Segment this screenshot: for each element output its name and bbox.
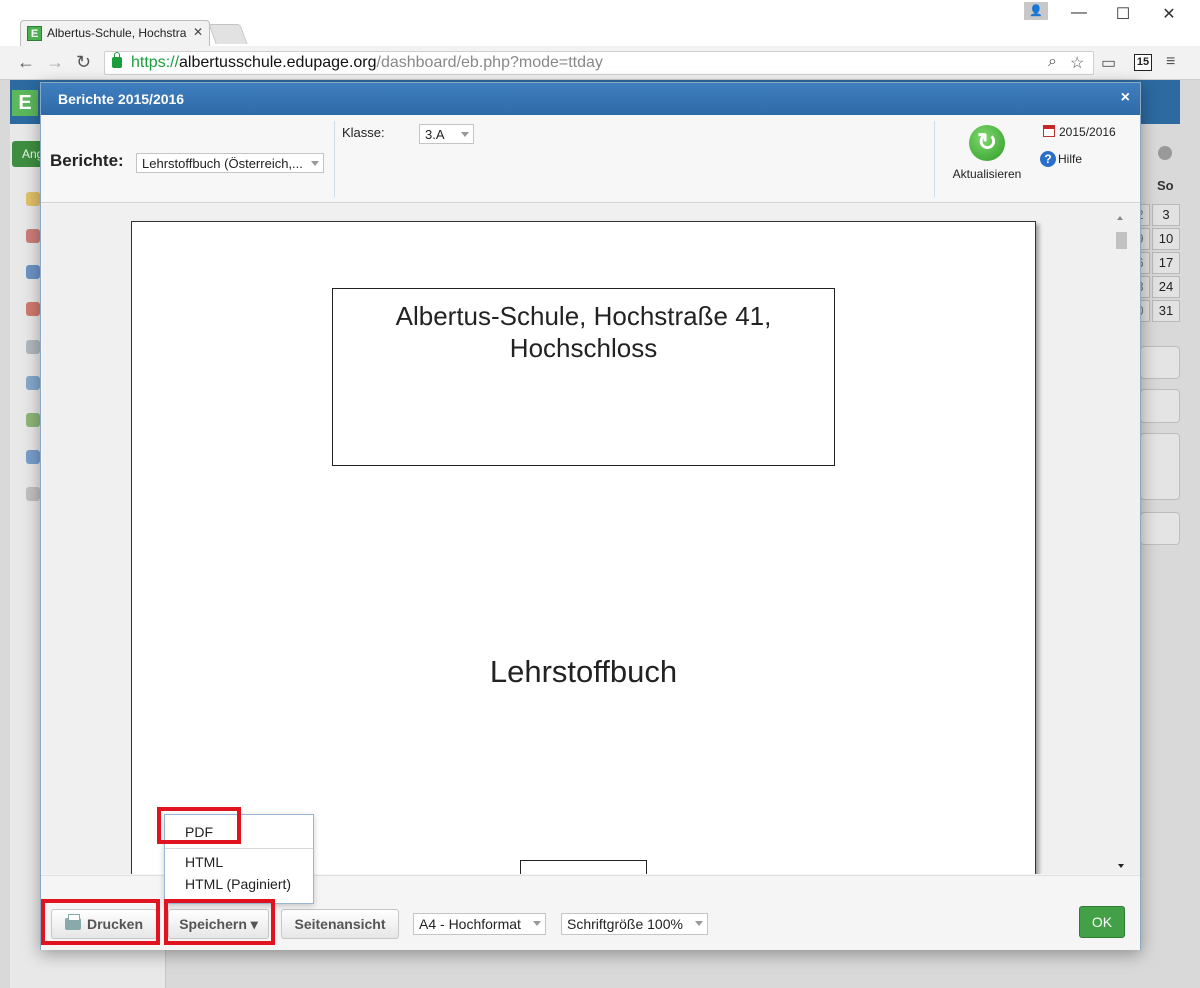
reload-icon[interactable]: ↻: [76, 52, 91, 73]
printer-icon: [64, 914, 81, 930]
calendar-cell: 31: [1152, 300, 1180, 322]
pen-icon: [26, 450, 40, 464]
plane-icon: [26, 340, 40, 354]
scroll-up-icon[interactable]: [1117, 216, 1123, 220]
chevron-down-icon: [533, 921, 541, 926]
report-type-select[interactable]: Lehrstoffbuch (Österreich,...: [136, 153, 324, 173]
background-widget: [1140, 433, 1180, 500]
star-icon: [26, 192, 40, 206]
report-icon: [26, 302, 40, 316]
school-year-text: 2015/2016: [1059, 125, 1116, 139]
close-window-button[interactable]: ✕: [1154, 4, 1184, 24]
refresh-label: Aktualisieren: [952, 167, 1022, 181]
dialog-titlebar: Berichte 2015/2016 ×: [41, 83, 1140, 115]
font-size-select[interactable]: Schriftgröße 100%: [561, 913, 708, 935]
school-address-line1: Albertus-Schule, Hochstraße 41,: [395, 301, 772, 331]
forward-arrow-icon[interactable]: →: [46, 52, 64, 73]
calendar-icon: [1043, 125, 1055, 137]
background-widget: [1140, 346, 1180, 379]
maximize-button[interactable]: ☐: [1108, 4, 1138, 24]
help-icon: ?: [1040, 151, 1056, 167]
shield-icon: [26, 413, 40, 427]
background-logo-icon: E: [12, 90, 38, 116]
dialog-close-icon[interactable]: ×: [1121, 89, 1130, 107]
minimize-button[interactable]: —: [1064, 4, 1094, 24]
zoom-icon[interactable]: ⌕: [1048, 53, 1057, 71]
background-widget: [1140, 389, 1180, 423]
save-button[interactable]: Speichern ▾: [168, 909, 269, 939]
clock-icon: [26, 487, 40, 501]
profile-icon[interactable]: 👤: [1024, 2, 1048, 20]
font-size-value: Schriftgröße 100%: [567, 916, 683, 932]
bookmark-star-icon[interactable]: ☆: [1070, 53, 1084, 73]
background-widget: [1140, 512, 1180, 545]
back-arrow-icon[interactable]: ←: [17, 52, 35, 73]
url-host: albertusschule.edupage.org: [179, 54, 377, 71]
cast-icon[interactable]: ▭: [1101, 53, 1116, 73]
save-format-menu: PDF HTML HTML (Paginiert): [164, 814, 314, 904]
scroll-down-icon[interactable]: [1118, 864, 1124, 868]
school-address-line2: Hochschloss: [509, 333, 658, 363]
address-bar[interactable]: https://albertusschule.edupage.org/dashb…: [104, 51, 1094, 75]
refresh-icon: [969, 125, 1005, 161]
menu-item-html-paginated[interactable]: HTML (Paginiert): [185, 876, 291, 892]
calendar-cell: 3: [1152, 204, 1180, 226]
page-format-value: A4 - Hochformat: [419, 916, 521, 932]
page-format-select[interactable]: A4 - Hochformat: [413, 913, 546, 935]
school-year-link[interactable]: 2015/2016: [1043, 125, 1116, 139]
book-icon: [26, 265, 40, 279]
chevron-down-icon: [311, 161, 319, 166]
calendar-cell: 17: [1152, 252, 1180, 274]
report-type-value: Lehrstoffbuch (Österreich,...: [142, 156, 303, 171]
calendar-next-icon: [1158, 146, 1172, 160]
page-preview-button[interactable]: Seitenansicht: [281, 909, 399, 939]
divider: [934, 121, 935, 197]
divider: [334, 121, 335, 197]
tab-close-icon[interactable]: ✕: [193, 25, 203, 39]
refresh-button[interactable]: Aktualisieren: [949, 125, 1025, 181]
browser-tab[interactable]: E Albertus-Schule, Hochstra ✕: [20, 20, 210, 46]
tab-title: Albertus-Schule, Hochstra: [47, 26, 187, 40]
dialog-options-panel: Berichte: Lehrstoffbuch (Österreich,... …: [41, 115, 1140, 203]
menu-divider: [165, 848, 313, 849]
ok-button[interactable]: OK: [1079, 906, 1125, 938]
chevron-down-icon: [461, 132, 469, 137]
klasse-label: Klasse:: [342, 125, 385, 140]
help-link[interactable]: ? Hilfe: [1040, 151, 1082, 167]
menu-item-html[interactable]: HTML: [185, 854, 223, 870]
document-title: Lehrstoffbuch: [489, 654, 678, 689]
url-scheme: https://: [131, 54, 180, 71]
chevron-down-icon: [695, 921, 703, 926]
report-preview-area[interactable]: Albertus-Schule, Hochstraße 41, Hochschl…: [42, 204, 1140, 874]
menu-icon[interactable]: ≡: [1166, 53, 1175, 71]
url-path: /dashboard/eb.php?mode=ttday: [376, 54, 603, 71]
school-address-box: Albertus-Schule, Hochstraße 41, Hochschl…: [332, 288, 835, 466]
help-text: Hilfe: [1058, 152, 1083, 166]
globe-icon: [26, 376, 40, 390]
lock-icon: [112, 52, 122, 68]
dialog-title: Berichte 2015/2016: [58, 91, 185, 107]
calendar-cell: 24: [1152, 276, 1180, 298]
calendar-cell: 10: [1152, 228, 1180, 250]
school-icon: [26, 229, 40, 243]
print-button[interactable]: Drucken: [51, 909, 157, 939]
calendar-header: So: [1157, 178, 1174, 193]
report-page: Albertus-Schule, Hochstraße 41, Hochschl…: [131, 221, 1036, 874]
berichte-label: Berichte:: [50, 151, 124, 170]
print-button-label: Drucken: [86, 916, 144, 932]
klasse-select[interactable]: 3.A: [419, 124, 474, 144]
new-tab-button[interactable]: [208, 24, 248, 44]
menu-item-pdf[interactable]: PDF: [185, 824, 213, 840]
klasse-value: 3.A: [425, 127, 445, 142]
extension-badge-icon[interactable]: 15: [1134, 54, 1152, 71]
edupage-favicon-icon: E: [27, 26, 42, 41]
scrollbar-thumb[interactable]: [1116, 232, 1127, 249]
document-box: [520, 860, 647, 874]
